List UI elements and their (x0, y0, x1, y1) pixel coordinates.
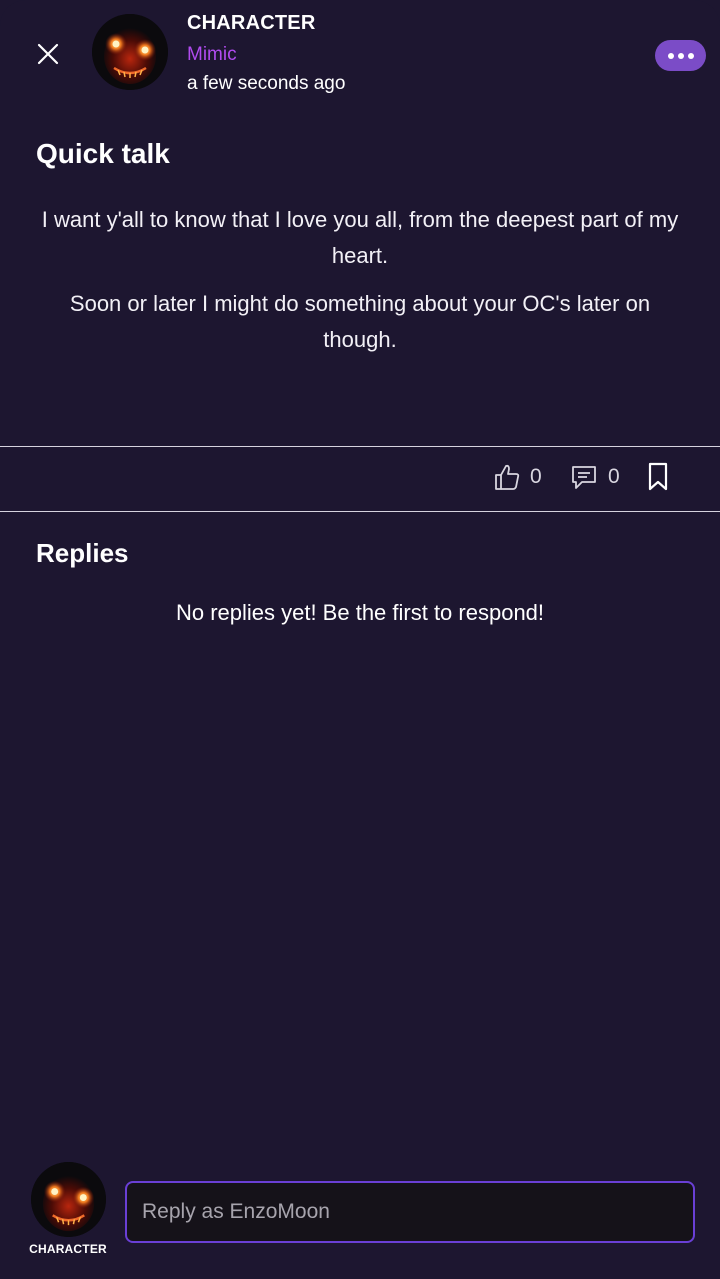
more-icon (667, 52, 674, 59)
comment-count: 0 (608, 465, 620, 488)
divider (0, 511, 720, 512)
bookmark-icon (648, 462, 668, 491)
like-button[interactable]: 0 (494, 460, 542, 494)
post-paragraph: I want y'all to know that I love you all… (41, 207, 679, 268)
replies-heading: Replies (36, 538, 129, 568)
more-icon-dot (687, 52, 694, 59)
reply-input[interactable] (125, 1181, 695, 1243)
more-options-button[interactable] (655, 40, 706, 71)
thumbs-up-icon (495, 464, 520, 490)
close-button[interactable] (30, 36, 66, 72)
close-icon (37, 43, 59, 65)
post-detail-view: CHARACTER Mimic a few seconds ago Quick … (0, 0, 720, 1279)
bookmark-button[interactable] (646, 462, 670, 492)
divider (0, 446, 720, 447)
comment-icon (572, 466, 596, 489)
more-icon-dot (677, 52, 684, 59)
comment-button[interactable]: 0 (570, 460, 620, 494)
post-title: Quick talk (36, 138, 170, 169)
author-avatar[interactable] (92, 14, 168, 90)
post-paragraph: Soon or later I might do something about… (69, 291, 651, 352)
post-body: I want y'all to know that I love you all… (36, 202, 684, 370)
author-tag[interactable]: Mimic (187, 44, 237, 66)
author-name[interactable]: CHARACTER (187, 12, 315, 35)
empty-replies-message: No replies yet! Be the first to respond! (175, 600, 545, 625)
post-timestamp: a few seconds ago (187, 73, 346, 94)
reply-as-avatar[interactable] (31, 1162, 106, 1237)
like-count: 0 (530, 465, 542, 488)
reply-as-role-label: CHARACTER (29, 1242, 107, 1256)
